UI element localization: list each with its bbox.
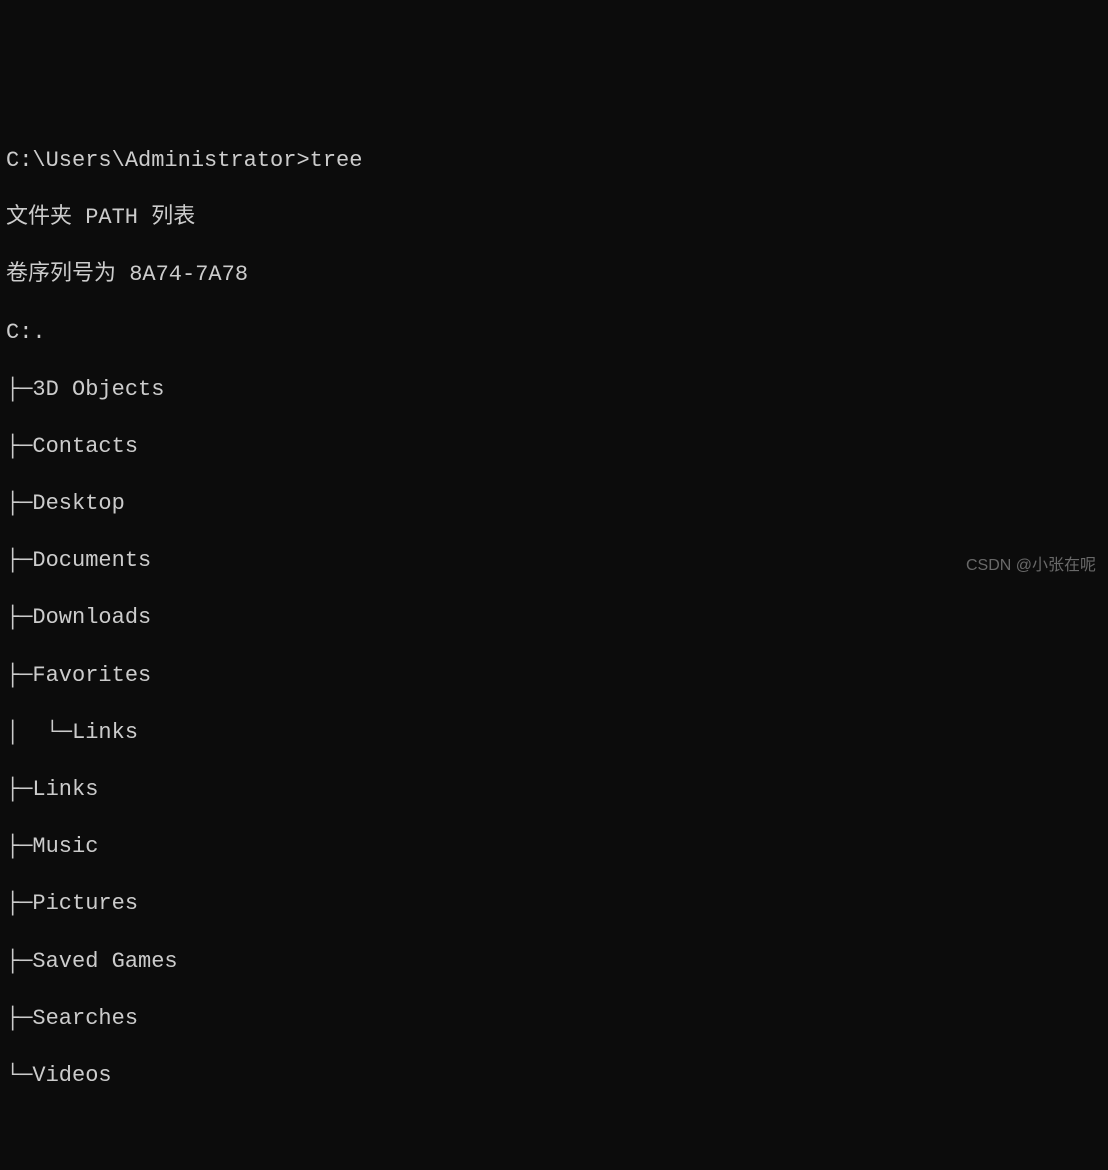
volume-serial: 卷序列号为 8A74-7A78 (6, 261, 1102, 290)
terminal-output: C:\Users\Administrator>tree 文件夹 PATH 列表 … (6, 118, 1102, 1119)
tree-item: ├─Contacts (6, 433, 1102, 462)
tree-item: ├─Favorites (6, 662, 1102, 691)
tree-item: ├─Desktop (6, 490, 1102, 519)
tree-item: ├─Documents (6, 547, 1102, 576)
tree-item: ├─Pictures (6, 890, 1102, 919)
tree-item: ├─Saved Games (6, 948, 1102, 977)
tree-item: ├─3D Objects (6, 376, 1102, 405)
watermark: CSDN @小张在呢 (966, 556, 1096, 577)
tree-item: ├─Links (6, 776, 1102, 805)
prompt-line: C:\Users\Administrator>tree (6, 147, 1102, 176)
path-list-header: 文件夹 PATH 列表 (6, 204, 1102, 233)
tree-item: └─Videos (6, 1062, 1102, 1091)
tree-item: │ └─Links (6, 719, 1102, 748)
tree-root: C:. (6, 319, 1102, 348)
tree-item: ├─Music (6, 833, 1102, 862)
tree-item: ├─Searches (6, 1005, 1102, 1034)
tree-item: ├─Downloads (6, 604, 1102, 633)
